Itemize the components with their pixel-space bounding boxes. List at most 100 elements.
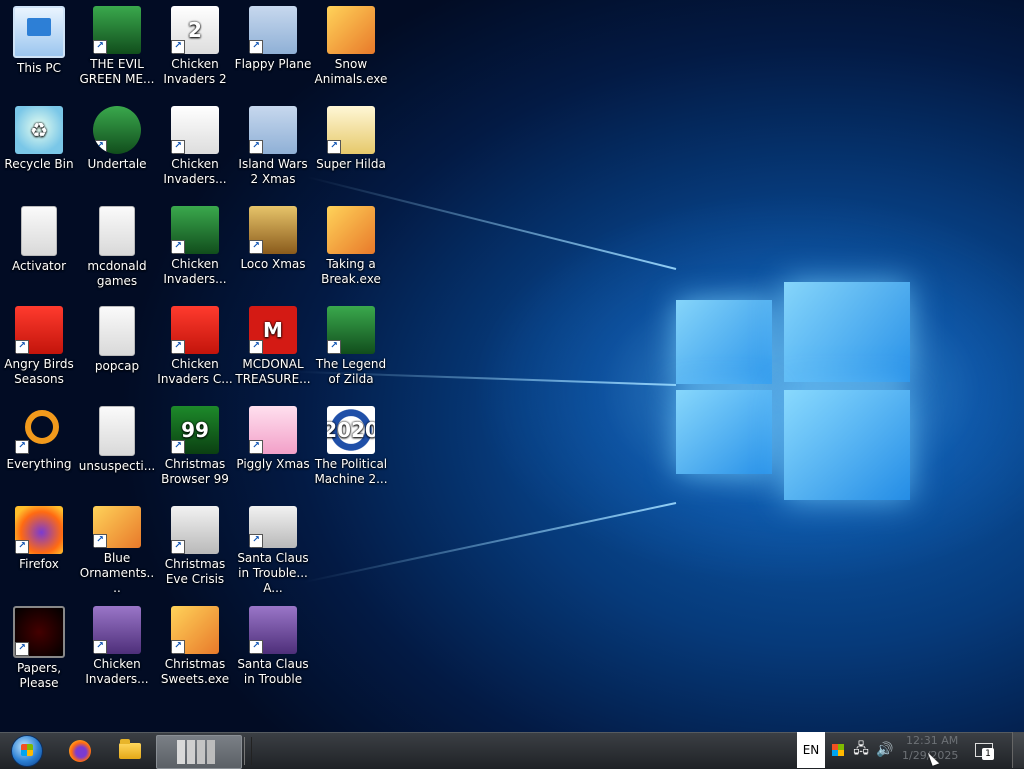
- icon-label: Loco Xmas: [240, 257, 306, 271]
- desktop-icon-chicken-invaders-bottom[interactable]: ↗ Chicken Invaders...: [78, 600, 156, 696]
- icon-label: Chicken Invaders...: [163, 257, 227, 286]
- shortcut-arrow-icon: ↗: [249, 340, 263, 354]
- desktop-icon-this-pc[interactable]: This PC: [0, 0, 78, 96]
- christmas-tree-icon: 99 ↗: [171, 406, 219, 454]
- desktop-icon-chicken-invaders-b[interactable]: ↗ Chicken Invaders...: [156, 200, 234, 296]
- taskbar-firefox[interactable]: [60, 735, 100, 767]
- icon-label: Chicken Invaders...: [163, 157, 227, 186]
- messenger-people-icon: ↗: [93, 6, 141, 54]
- icon-label: Papers, Please: [16, 661, 62, 690]
- firefox-icon: [69, 740, 91, 762]
- language-indicator[interactable]: EN: [797, 732, 825, 768]
- icon-label: Chicken Invaders C...: [157, 357, 233, 386]
- shortcut-arrow-icon: ↗: [249, 640, 263, 654]
- desktop-icon-loco-xmas[interactable]: ↗ Loco Xmas: [234, 200, 312, 296]
- desktop-icon-everything[interactable]: ↗ Everything: [0, 400, 78, 496]
- desktop-icon-christmas-browser-99[interactable]: 99 ↗ Christmas Browser 99: [156, 400, 234, 496]
- desktop-icon-political-machine[interactable]: 2020 The Political Machine 2...: [312, 400, 390, 496]
- shortcut-arrow-icon: ↗: [171, 340, 185, 354]
- icon-label: Christmas Sweets.exe: [160, 657, 230, 686]
- icon-label: unsuspecti...: [78, 459, 156, 473]
- notification-count: 1: [982, 748, 994, 760]
- desktop-icon-super-hilda[interactable]: ↗ Super Hilda: [312, 100, 390, 196]
- desktop-icon-popcap[interactable]: popcap: [78, 300, 156, 396]
- desktop-icon-chicken-invaders-2[interactable]: 2 ↗ Chicken Invaders 2: [156, 0, 234, 96]
- start-button[interactable]: [0, 734, 54, 768]
- icon-label: Santa Claus in Trouble... A...: [237, 551, 309, 595]
- icon-label: Undertale: [87, 157, 147, 171]
- desktop-icon-santa-claus-in-trouble-a[interactable]: ↗ Santa Claus in Trouble... A...: [234, 500, 312, 596]
- shortcut-arrow-icon: ↗: [327, 140, 341, 154]
- folder-icon: [99, 206, 135, 256]
- chicken-icon: ↗: [171, 106, 219, 154]
- desktop-icon-piggly-xmas[interactable]: ↗ Piggly Xmas: [234, 400, 312, 496]
- icon-label: Chicken Invaders...: [85, 657, 149, 686]
- shortcut-arrow-icon: ↗: [249, 40, 263, 54]
- icon-label: Chicken Invaders 2: [163, 57, 227, 86]
- zilda-character-icon: ↗: [327, 306, 375, 354]
- undertale-character-icon: ↗: [93, 106, 141, 154]
- windows-logo-wallpaper: [296, 176, 912, 583]
- shortcut-arrow-icon: ↗: [249, 240, 263, 254]
- window-stack-icon: [177, 740, 221, 764]
- exe-puzzle-icon: ↗: [171, 606, 219, 654]
- icon-label: This PC: [17, 61, 61, 75]
- shortcut-arrow-icon: ↗: [171, 40, 185, 54]
- network-icon[interactable]: 🖧: [850, 732, 872, 768]
- icon-label: mcdonald games: [87, 259, 147, 288]
- desktop-icon-taking-a-break[interactable]: Taking a Break.exe: [312, 200, 390, 296]
- desktop-icon-santa-claus-in-trouble[interactable]: ↗ Santa Claus in Trouble: [234, 600, 312, 696]
- desktop-icon-snow-animals[interactable]: Snow Animals.exe: [312, 0, 390, 96]
- icon-label: The Political Machine 2...: [314, 457, 388, 486]
- shortcut-arrow-icon: ↗: [93, 534, 107, 548]
- chicken-icon: 2 ↗: [171, 6, 219, 54]
- desktop-icon-evil-green-me[interactable]: ↗ THE EVIL GREEN ME...: [78, 0, 156, 96]
- desktop-icon-christmas-sweets[interactable]: ↗ Christmas Sweets.exe: [156, 600, 234, 696]
- color-flag-tray-icon[interactable]: [828, 732, 848, 768]
- shortcut-arrow-icon: ↗: [249, 534, 263, 548]
- exe-puzzle-icon: ↗: [93, 506, 141, 548]
- island-wars-icon: ↗: [249, 106, 297, 154]
- shortcut-arrow-icon: ↗: [249, 140, 263, 154]
- icon-label: Taking a Break.exe: [321, 257, 381, 286]
- taskbar-file-explorer[interactable]: [108, 735, 152, 767]
- action-center-button[interactable]: 1: [970, 736, 998, 764]
- icon-label: Activator: [11, 259, 67, 273]
- desktop-icon-firefox[interactable]: ↗ Firefox: [0, 500, 78, 596]
- santa-icon: ↗: [171, 506, 219, 554]
- firefox-icon: ↗: [15, 506, 63, 554]
- santa-icon: ↗: [249, 606, 297, 654]
- volume-icon[interactable]: 🔊: [874, 732, 896, 768]
- desktop-icon-angry-birds-seasons[interactable]: ↗ Angry Birds Seasons: [0, 300, 78, 396]
- desktop-icon-unsuspecti[interactable]: unsuspecti...: [78, 400, 156, 496]
- desktop-icon-flappy-plane[interactable]: ↗ Flappy Plane: [234, 0, 312, 96]
- desktop-icon-undertale[interactable]: ↗ Undertale: [78, 100, 156, 196]
- icon-label: Flappy Plane: [234, 57, 312, 71]
- desktop-icon-chicken-invaders-a[interactable]: ↗ Chicken Invaders...: [156, 100, 234, 196]
- desktop-icon-legend-of-zilda[interactable]: ↗ The Legend of Zilda: [312, 300, 390, 396]
- icon-label: Island Wars 2 Xmas: [238, 157, 308, 186]
- pig-icon: ↗: [249, 406, 297, 454]
- taskbar-toolbar-handle[interactable]: [244, 737, 252, 765]
- desktop-icon-mcdonal-treasure[interactable]: M ↗ MCDONAL TREASURE...: [234, 300, 312, 396]
- desktop-icon-chicken-invaders-c[interactable]: ↗ Chicken Invaders C...: [156, 300, 234, 396]
- desktop-icon-christmas-eve-crisis[interactable]: ↗ Christmas Eve Crisis: [156, 500, 234, 596]
- icon-label: MCDONAL TREASURE...: [235, 357, 311, 386]
- desktop-icon-blue-ornaments[interactable]: ↗ Blue Ornaments....: [78, 500, 156, 596]
- shortcut-arrow-icon: ↗: [15, 340, 29, 354]
- taskbar-open-windows-group[interactable]: [156, 735, 242, 769]
- desktop-icon-island-wars-2-xmas[interactable]: ↗ Island Wars 2 Xmas: [234, 100, 312, 196]
- desktop-icon-papers-please[interactable]: ↗ Papers, Please: [0, 600, 78, 696]
- show-desktop-button[interactable]: [1012, 732, 1024, 768]
- desktop-icon-recycle-bin[interactable]: ♻ Recycle Bin: [0, 100, 78, 196]
- icon-label: THE EVIL GREEN ME...: [79, 57, 155, 86]
- icon-label: Snow Animals.exe: [314, 57, 388, 86]
- chicken-invaders-icon: ↗: [93, 606, 141, 654]
- file-icon: [99, 406, 135, 456]
- desktop-icon-activator[interactable]: Activator: [0, 200, 78, 296]
- chicken-icon: ↗: [171, 206, 219, 254]
- folder-icon: [119, 739, 141, 759]
- desktop-icon-mcdonald-games[interactable]: mcdonald games: [78, 200, 156, 296]
- icon-label: Piggly Xmas: [236, 457, 310, 471]
- recycle-bin-icon: ♻: [15, 106, 63, 154]
